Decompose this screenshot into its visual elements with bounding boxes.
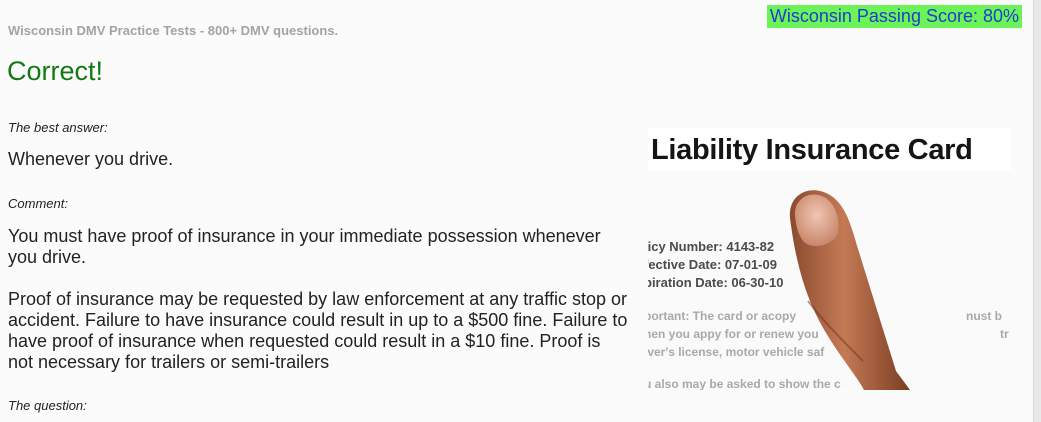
page: Wisconsin Passing Score: 80% Wisconsin D… [0,0,1041,422]
result-heading: Correct! [7,56,104,86]
scrollbar[interactable] [1033,0,1041,422]
best-answer-text: Whenever you drive. [8,149,174,169]
comment-label: Comment: [8,196,68,211]
passing-score-badge: Wisconsin Passing Score: 80% [766,5,1022,28]
comment-paragraph: Proof of insurance may be requested by l… [8,289,628,372]
insurance-card-title: Liability Insurance Card [651,134,973,166]
best-answer-label: The best answer: [8,120,108,135]
site-title: Wisconsin DMV Practice Tests - 800+ DMV … [8,23,339,38]
comment-body: You must have proof of insurance in your… [8,226,628,394]
insurance-card-image: Liability Insurance Card licy Number: 41… [648,128,1011,390]
question-label: The question: [8,398,87,413]
pointing-finger-icon [789,190,910,390]
comment-paragraph: You must have proof of insurance in your… [8,226,601,267]
insurance-card-photo: licy Number: 4143-82 fective Date: 07-01… [648,171,1011,390]
